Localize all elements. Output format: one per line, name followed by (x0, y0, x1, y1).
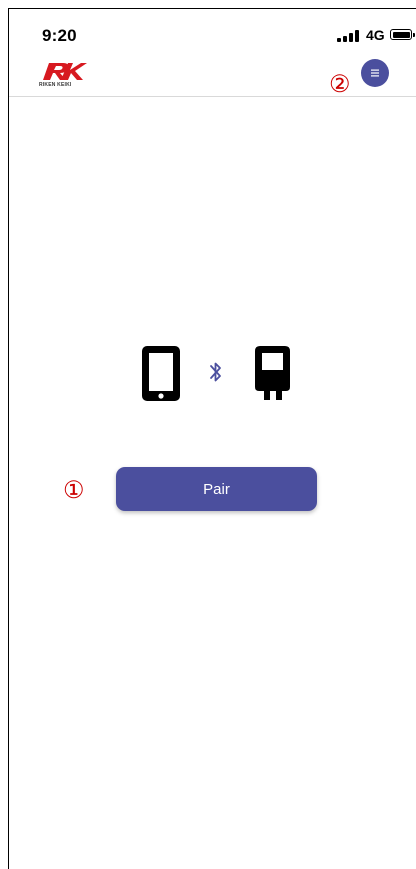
annotation-marker-1: ① (63, 476, 85, 504)
annotation-marker-2: ② (329, 70, 351, 98)
pair-button[interactable]: Pair (116, 467, 317, 511)
battery-fill (392, 31, 410, 38)
battery-tip (413, 33, 415, 37)
smartphone-icon (142, 346, 180, 401)
status-time: 9:20 (42, 26, 77, 45)
gas-detector-icon (255, 346, 290, 400)
menu-button[interactable] (361, 59, 389, 87)
hamburger-menu-icon (371, 69, 379, 77)
network-type: 4G (366, 27, 385, 43)
frame-border-left (8, 8, 9, 869)
app-header: RIKEN KEIKI (9, 53, 416, 97)
pairing-illustration (142, 346, 290, 401)
logo-text: RIKEN KEIKI (39, 82, 72, 88)
cellular-signal-icon (337, 30, 364, 42)
bluetooth-icon (210, 362, 221, 382)
battery-icon (390, 29, 412, 40)
app-screen: 9:20 4G RIKEN KEIKI ② ① Pair (0, 0, 416, 869)
status-bar: 9:20 4G (9, 9, 416, 53)
